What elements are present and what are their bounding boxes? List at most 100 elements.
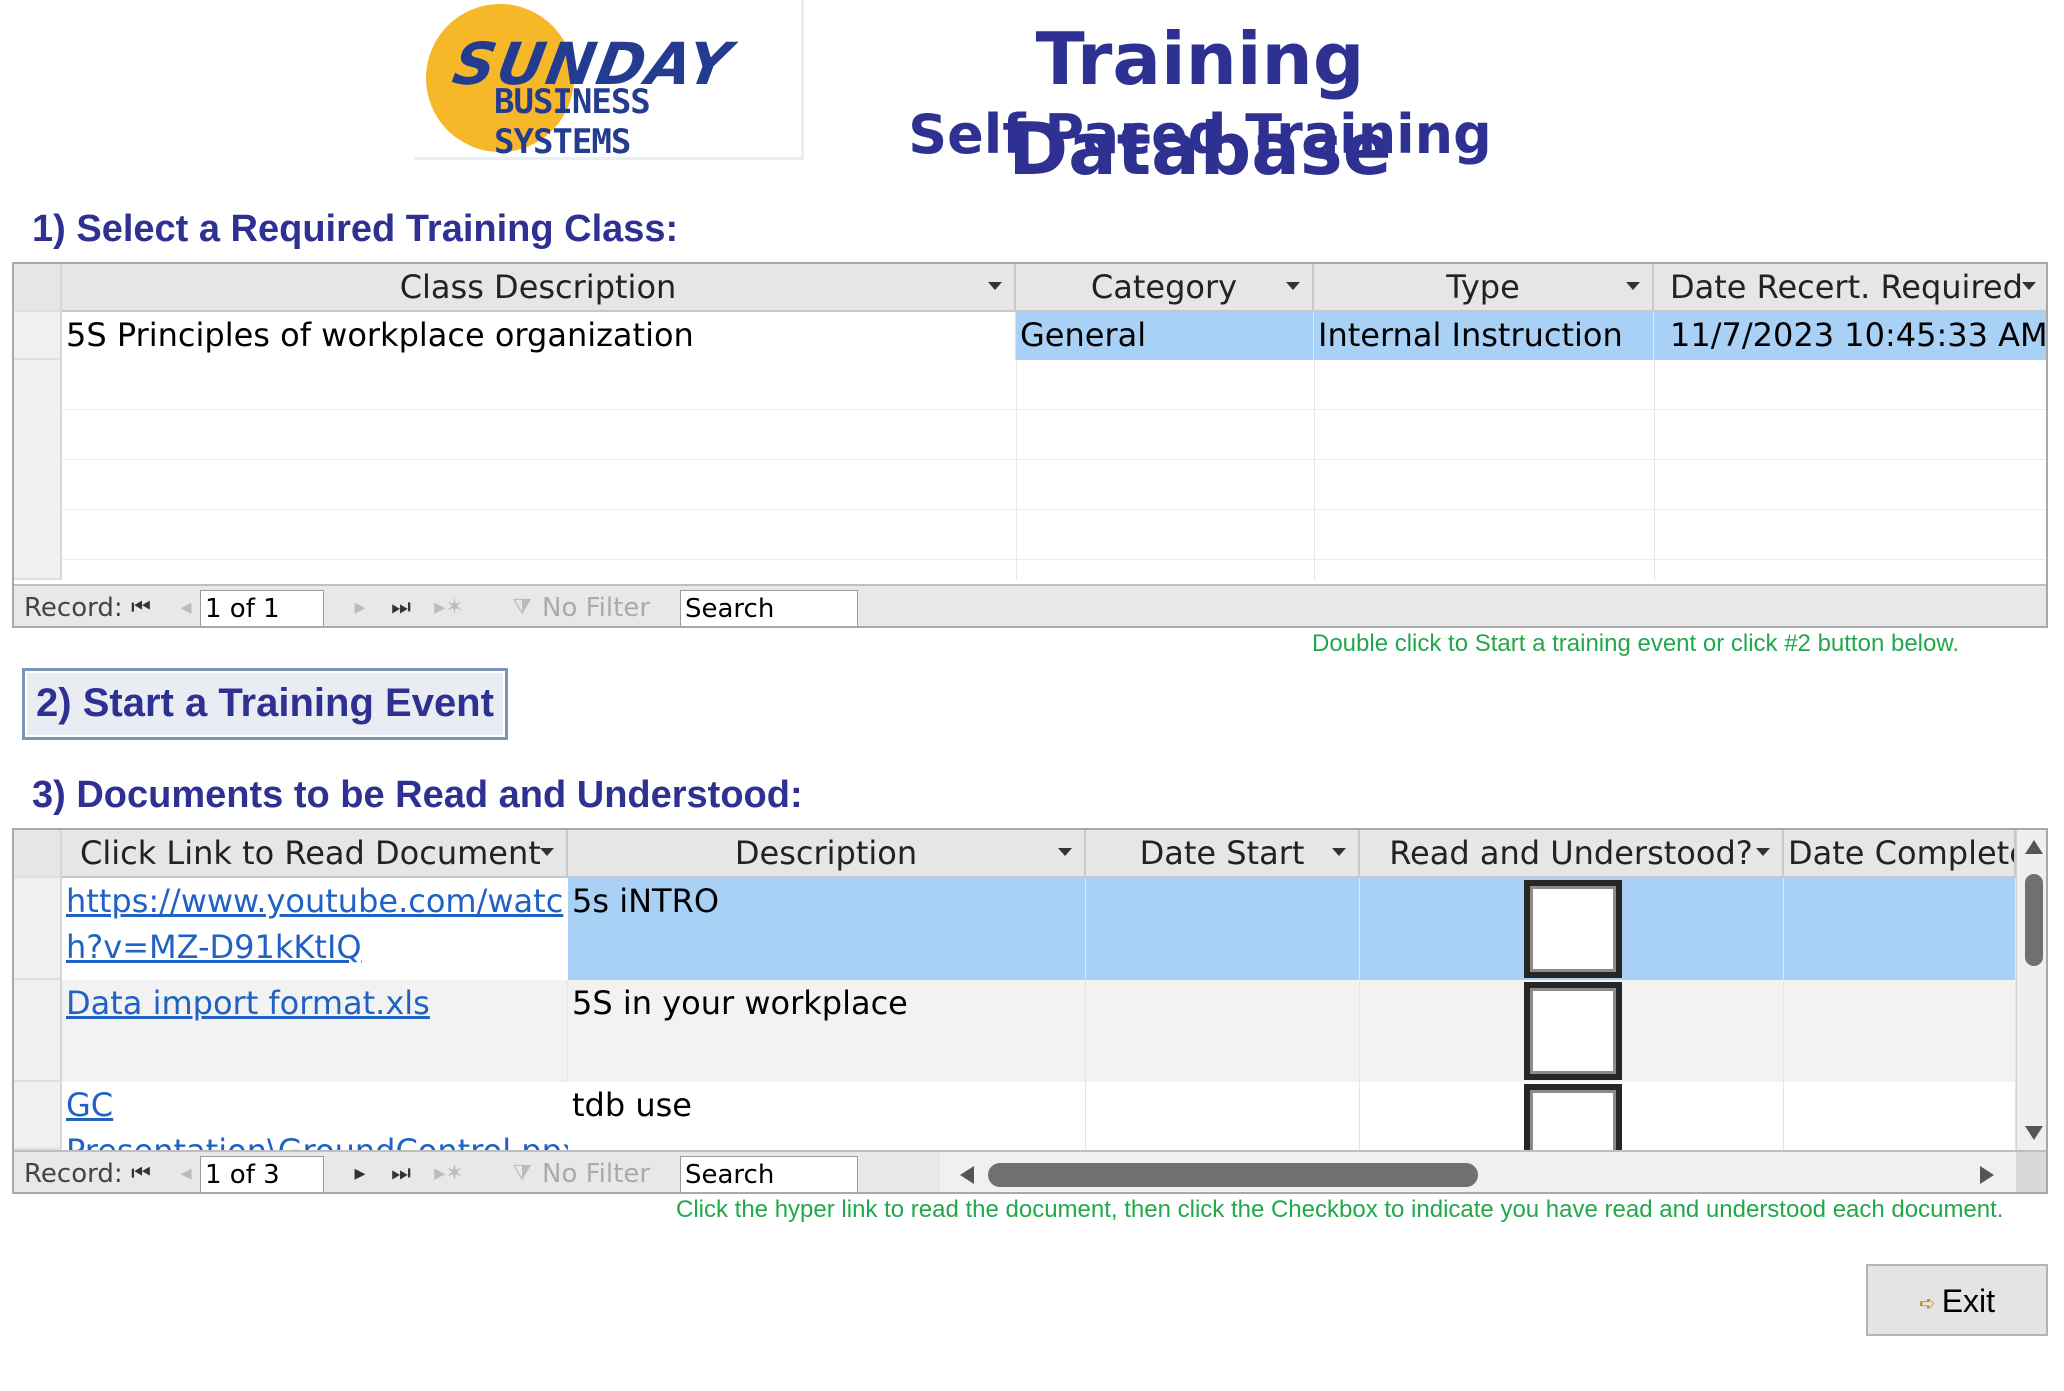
scroll-up-icon[interactable] — [2025, 840, 2043, 854]
next-record-icon[interactable]: ▸ — [348, 1154, 372, 1192]
cell-read-understood — [1360, 878, 1784, 980]
cell-date-complete[interactable] — [1784, 980, 2016, 1082]
filter-icon[interactable]: ⧩ — [502, 588, 542, 626]
exit-button[interactable]: ➪ Exit — [1866, 1264, 2048, 1336]
col-header-description[interactable]: Description — [568, 830, 1086, 878]
record-position-input[interactable]: 1 of 1 — [200, 590, 324, 626]
cell-type[interactable]: Internal Instruction — [1314, 312, 1654, 360]
scroll-right-icon[interactable] — [1980, 1166, 1994, 1184]
sort-dropdown-icon[interactable] — [1756, 848, 1770, 856]
prev-record-icon[interactable]: ◂ — [174, 588, 198, 626]
empty-row — [62, 510, 2046, 560]
col-header-link[interactable]: Click Link to Read Document — [62, 830, 568, 878]
cell-date-start[interactable] — [1086, 980, 1360, 1082]
search-input[interactable]: Search — [680, 590, 858, 626]
empty-row — [62, 360, 2046, 410]
document-hyperlink[interactable]: Data import format.xls — [62, 980, 568, 1082]
col-header-label: Date Complete — [1788, 834, 2016, 872]
document-hyperlink[interactable]: GC — [62, 1082, 568, 1130]
cell-description[interactable]: 5S in your workplace — [568, 980, 1086, 1082]
exit-button-label: Exit — [1941, 1283, 1996, 1319]
col-header-class-description[interactable]: Class Description — [62, 264, 1016, 312]
row-selector[interactable] — [14, 312, 62, 360]
prev-record-icon[interactable]: ◂ — [174, 1154, 198, 1192]
cell-read-understood — [1360, 980, 1784, 1082]
empty-row — [62, 460, 2046, 510]
sort-dropdown-icon[interactable] — [1286, 282, 1300, 290]
document-hyperlink[interactable]: h?v=MZ-D91kKtIQ — [62, 924, 568, 972]
col-header-label: Type — [1446, 268, 1520, 306]
cell-date-recert[interactable]: 11/7/2023 10:45:33 AM — [1654, 312, 2046, 360]
section3-heading: 3) Documents to be Read and Understood: — [32, 774, 803, 816]
read-understood-checkbox[interactable] — [1524, 1084, 1622, 1150]
new-record-icon[interactable]: ▸✶ — [424, 1154, 474, 1192]
cell-class-description[interactable]: 5S Principles of workplace organization — [62, 312, 1016, 360]
search-input[interactable]: Search — [680, 1156, 858, 1192]
first-record-icon[interactable]: ⏮ — [126, 588, 156, 626]
col-header-category[interactable]: Category — [1016, 264, 1314, 312]
cell-document-link[interactable]: GC Presentation\GroundControl.ppx — [62, 1082, 568, 1150]
last-record-icon[interactable]: ⏭ — [386, 588, 416, 626]
col-header-label: Read and Understood? — [1389, 834, 1753, 872]
logo-text-business: BUSINESS SYSTEMS — [494, 82, 651, 160]
col-header-type[interactable]: Type — [1314, 264, 1654, 312]
cell-date-complete[interactable] — [1784, 878, 2016, 980]
cell-description[interactable]: 5s iNTRO — [568, 878, 1086, 980]
col-header-date-recert[interactable]: Date Recert. Required — [1654, 264, 2046, 312]
sort-dropdown-icon[interactable] — [1626, 282, 1640, 290]
row-selector[interactable] — [14, 1082, 62, 1150]
column-divider — [1314, 360, 1315, 580]
cell-date-start[interactable] — [1086, 1082, 1360, 1150]
row-selector[interactable] — [14, 878, 62, 980]
record-label: Record: — [24, 593, 123, 623]
no-filter-label[interactable]: No Filter — [542, 1154, 650, 1192]
column-divider — [1654, 360, 1655, 580]
cell-description[interactable]: tdb use — [568, 1082, 1086, 1150]
horizontal-scrollbar[interactable] — [940, 1152, 2016, 1192]
sort-dropdown-icon[interactable] — [1332, 848, 1346, 856]
col-header-label: Description — [734, 834, 918, 872]
sort-dropdown-icon[interactable] — [2022, 282, 2036, 290]
read-understood-checkbox[interactable] — [1524, 880, 1622, 978]
empty-row — [62, 410, 2046, 460]
scroll-down-icon[interactable] — [2025, 1126, 2043, 1140]
no-filter-label[interactable]: No Filter — [542, 588, 650, 626]
vertical-scroll-thumb[interactable] — [2025, 874, 2043, 966]
scroll-left-icon[interactable] — [960, 1166, 974, 1184]
col-header-label: Date Start — [1139, 834, 1305, 872]
row-selector[interactable] — [14, 980, 62, 1082]
record-position-input[interactable]: 1 of 3 — [200, 1156, 324, 1192]
next-record-icon[interactable]: ▸ — [348, 588, 372, 626]
new-record-icon[interactable]: ▸✶ — [424, 588, 474, 626]
exit-door-icon: ➪ — [1918, 1292, 1936, 1315]
company-logo: SUNDAY BUSINESS SYSTEMS — [414, 0, 804, 160]
sort-dropdown-icon[interactable] — [988, 282, 1002, 290]
vertical-scrollbar[interactable] — [2016, 830, 2046, 1150]
last-record-icon[interactable]: ⏭ — [386, 1154, 416, 1192]
record-navigation-bar: Record: ⏮ ◂ 1 of 3 ▸ ⏭ ▸✶ ⧩ No Filter Se… — [14, 1150, 2046, 1192]
scrollbar-corner — [2016, 1152, 2046, 1192]
document-hyperlink[interactable]: Presentation\GroundControl.ppx — [62, 1128, 568, 1150]
col-header-read-understood[interactable]: Read and Understood? — [1360, 830, 1784, 878]
col-header-date-start[interactable]: Date Start — [1086, 830, 1360, 878]
row-selector-column — [14, 360, 62, 580]
select-all-corner[interactable] — [14, 264, 62, 312]
cell-date-start[interactable] — [1086, 878, 1360, 980]
first-record-icon[interactable]: ⏮ — [126, 1154, 156, 1192]
cell-date-complete[interactable] — [1784, 1082, 2016, 1150]
read-understood-checkbox[interactable] — [1524, 982, 1622, 1080]
section3-hint: Click the hyper link to read the documen… — [676, 1196, 2004, 1223]
col-header-label: Click Link to Read Document — [80, 834, 541, 872]
select-all-corner[interactable] — [14, 830, 62, 878]
document-hyperlink[interactable]: https://www.youtube.com/watc — [62, 878, 568, 926]
sort-dropdown-icon[interactable] — [1058, 848, 1072, 856]
cell-category[interactable]: General — [1016, 312, 1314, 360]
documents-grid: Click Link to Read Document Description … — [12, 828, 2048, 1194]
start-training-event-button[interactable]: 2) Start a Training Event — [22, 668, 508, 740]
page-subtitle: Self Paced Training — [908, 103, 1492, 166]
horizontal-scroll-thumb[interactable] — [988, 1163, 1478, 1187]
filter-icon[interactable]: ⧩ — [502, 1154, 542, 1192]
col-header-date-complete[interactable]: Date Complete — [1784, 830, 2016, 878]
cell-document-link[interactable]: https://www.youtube.com/watc h?v=MZ-D91k… — [62, 878, 568, 980]
sort-dropdown-icon[interactable] — [540, 848, 554, 856]
